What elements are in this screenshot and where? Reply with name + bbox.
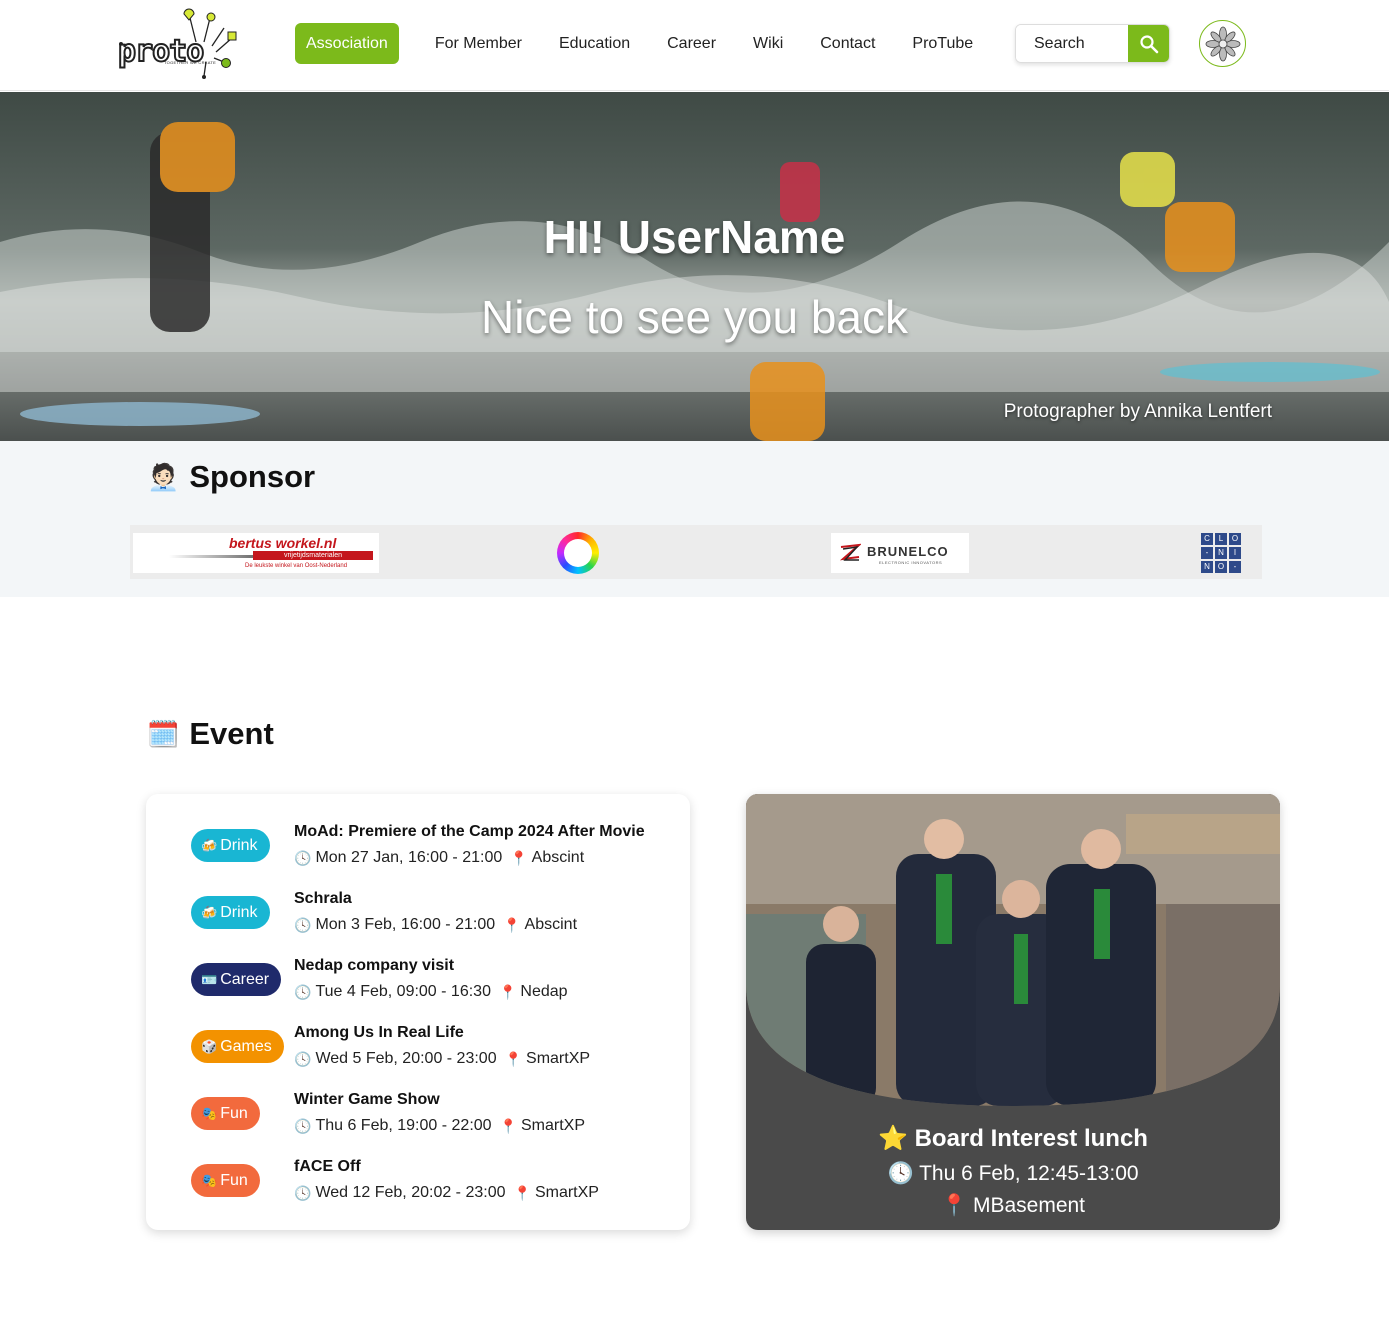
event-name[interactable]: Nedap company visit <box>294 957 454 975</box>
featured-event-time: 🕓 Thu 6 Feb, 12:45-13:00 <box>887 1162 1139 1185</box>
event-name[interactable]: fACE Off <box>294 1158 361 1176</box>
main-nav: Association For Member Education Career … <box>295 23 999 64</box>
location-pin-icon: 📍 <box>499 1117 517 1134</box>
sponsor-section: 🧑🏻‍💼 Sponsor bertus workel.nl vrijetijds… <box>0 441 1389 597</box>
sponsor-logo-grid[interactable]: C L O - N I N O - <box>1200 532 1242 574</box>
sponsor-carousel: bertus workel.nl vrijetijdsmaterialen De… <box>130 525 1262 579</box>
clock-icon: 🕓 <box>294 916 312 933</box>
event-heading: 🗓️ Event <box>147 716 274 752</box>
brunelco-z-icon <box>839 543 861 561</box>
nav-education[interactable]: Education <box>548 23 641 64</box>
event-meta: 🕓 Wed 12 Feb, 20:02 - 23:00 📍 SmartXP <box>294 1184 599 1201</box>
clock-icon: 🕓 <box>294 1117 312 1134</box>
event-item[interactable]: 🎲 Games Among Us In Real Life 🕓 Wed 5 Feb,… <box>146 1024 690 1080</box>
brunelco-logo-text: BRUNELCO <box>867 544 949 559</box>
sponsor-heading: 🧑🏻‍💼 Sponsor <box>147 459 315 495</box>
search-box <box>1015 24 1170 63</box>
search-button[interactable] <box>1128 25 1169 62</box>
clock-icon: 🕓 <box>294 1184 312 1201</box>
event-badge-games[interactable]: 🎲 Games <box>191 1030 284 1063</box>
theater-masks-icon: 🎭 <box>201 1105 218 1121</box>
event-item[interactable]: 🍻 Drink Schrala 🕓 Mon 3 Feb, 16:00 - 21:00… <box>146 890 690 946</box>
user-avatar[interactable] <box>1199 20 1246 67</box>
bertus-logo-sub2: De leukste winkel van Oost-Nederland <box>245 563 348 569</box>
clock-icon: 🕓 <box>887 1162 914 1185</box>
event-list-card: 🍻 Drink MoAd: Premiere of the Camp 2024 A… <box>146 794 690 1230</box>
event-meta: 🕓 Mon 3 Feb, 16:00 - 21:00 📍 Abscint <box>294 916 578 933</box>
event-badge-career[interactable]: 🪪 Career <box>191 963 282 996</box>
logo-tagline: TOGETHER WE CREATE <box>164 60 217 65</box>
hero-banner: HI! UserName Nice to see you back Protog… <box>0 92 1389 441</box>
event-item[interactable]: 🎭 Fun Winter Game Show 🕓 Thu 6 Feb, 19:00 … <box>146 1091 690 1147</box>
event-name[interactable]: MoAd: Premiere of the Camp 2024 After Mo… <box>294 823 645 841</box>
location-pin-icon: 📍 <box>940 1194 968 1217</box>
dice-icon: 🎲 <box>201 1038 218 1054</box>
event-item[interactable]: 🎭 Fun fACE Off 🕓 Wed 12 Feb, 20:02 - 23:00… <box>146 1158 690 1214</box>
event-badge-fun[interactable]: 🎭 Fun <box>191 1097 260 1130</box>
clock-icon: 🕓 <box>294 1050 312 1067</box>
nav-contact[interactable]: Contact <box>809 23 886 64</box>
brunelco-logo-sub: ELECTRONIC INNOVATORS <box>879 560 943 565</box>
event-badge-drink[interactable]: 🍻 Drink <box>191 829 270 862</box>
hero-greeting: HI! UserName <box>543 211 846 263</box>
hero-background-photo <box>0 92 1389 441</box>
featured-event-title[interactable]: ⭐ Board Interest lunch <box>746 1124 1280 1153</box>
calendar-icon: 🗓️ <box>147 718 180 749</box>
proto-logo[interactable]: proto TOGETHER WE CREATE <box>112 8 242 80</box>
location-pin-icon: 📍 <box>503 916 521 933</box>
beer-icon: 🍻 <box>201 904 218 920</box>
event-meta: 🕓 Mon 27 Jan, 16:00 - 21:00 📍 Abscint <box>294 849 585 866</box>
nav-wiki[interactable]: Wiki <box>742 23 794 64</box>
star-icon: ⭐ <box>878 1125 908 1152</box>
nav-career[interactable]: Career <box>656 23 727 64</box>
sponsor-title: Sponsor <box>189 459 316 494</box>
event-meta: 🕓 Thu 6 Feb, 19:00 - 22:00 📍 SmartXP <box>294 1117 586 1134</box>
event-name[interactable]: Schrala <box>294 890 352 908</box>
bertus-logo-text: bertus workel.nl <box>229 535 337 551</box>
site-header: proto TOGETHER WE CREATE Association For… <box>0 0 1389 91</box>
photo-credit: Protographer by Annika Lentfert <box>1003 401 1272 422</box>
nav-for-member[interactable]: For Member <box>424 23 533 64</box>
event-name[interactable]: Winter Game Show <box>294 1091 440 1109</box>
event-name[interactable]: Among Us In Real Life <box>294 1024 464 1042</box>
featured-event-location: 📍 MBasement <box>940 1194 1086 1217</box>
businessperson-icon: 🧑🏻‍💼 <box>147 461 180 492</box>
event-item[interactable]: 🍻 Drink MoAd: Premiere of the Camp 2024 A… <box>146 823 690 879</box>
featured-event-card[interactable]: ⭐ Board Interest lunch 🕓 Thu 6 Feb, 12:4… <box>746 794 1280 1230</box>
nav-protube[interactable]: ProTube <box>901 23 984 64</box>
event-title: Event <box>189 716 274 751</box>
user-avatar-icon <box>1205 26 1240 61</box>
id-card-icon: 🪪 <box>201 971 218 987</box>
event-badge-drink[interactable]: 🍻 Drink <box>191 896 270 929</box>
clock-icon: 🕓 <box>294 849 312 866</box>
search-icon <box>1139 34 1158 53</box>
clock-icon: 🕓 <box>294 983 312 1000</box>
location-pin-icon: 📍 <box>498 983 517 1000</box>
bertus-logo-sub: vrijetijdsmaterialen <box>253 551 373 560</box>
event-meta: 🕓 Tue 4 Feb, 09:00 - 16:30 📍 Nedap <box>294 983 568 1000</box>
beer-icon: 🍻 <box>201 837 218 853</box>
location-pin-icon: 📍 <box>510 849 528 866</box>
hero-subtitle: Nice to see you back <box>480 291 908 343</box>
search-input[interactable] <box>1016 25 1128 62</box>
event-badge-fun[interactable]: 🎭 Fun <box>191 1164 260 1197</box>
theater-masks-icon: 🎭 <box>201 1172 218 1188</box>
sponsor-logo-bertus-workel[interactable]: bertus workel.nl vrijetijdsmaterialen De… <box>133 533 379 573</box>
grid-logo-icon: C L O - N I N O - <box>1201 533 1241 573</box>
location-pin-icon: 📍 <box>504 1050 523 1067</box>
event-item[interactable]: 🪪 Career Nedap company visit 🕓 Tue 4 Feb, … <box>146 957 690 1013</box>
ring-logo-icon <box>557 532 599 574</box>
location-pin-icon: 📍 <box>513 1184 531 1201</box>
nav-association[interactable]: Association <box>295 23 399 64</box>
sponsor-logo-brunelco[interactable]: BRUNELCO ELECTRONIC INNOVATORS <box>831 533 969 573</box>
sponsor-logo-ring[interactable] <box>557 532 599 574</box>
featured-event-photo <box>746 794 1280 1106</box>
event-meta: 🕓 Wed 5 Feb, 20:00 - 23:00 📍 SmartXP <box>294 1050 591 1067</box>
